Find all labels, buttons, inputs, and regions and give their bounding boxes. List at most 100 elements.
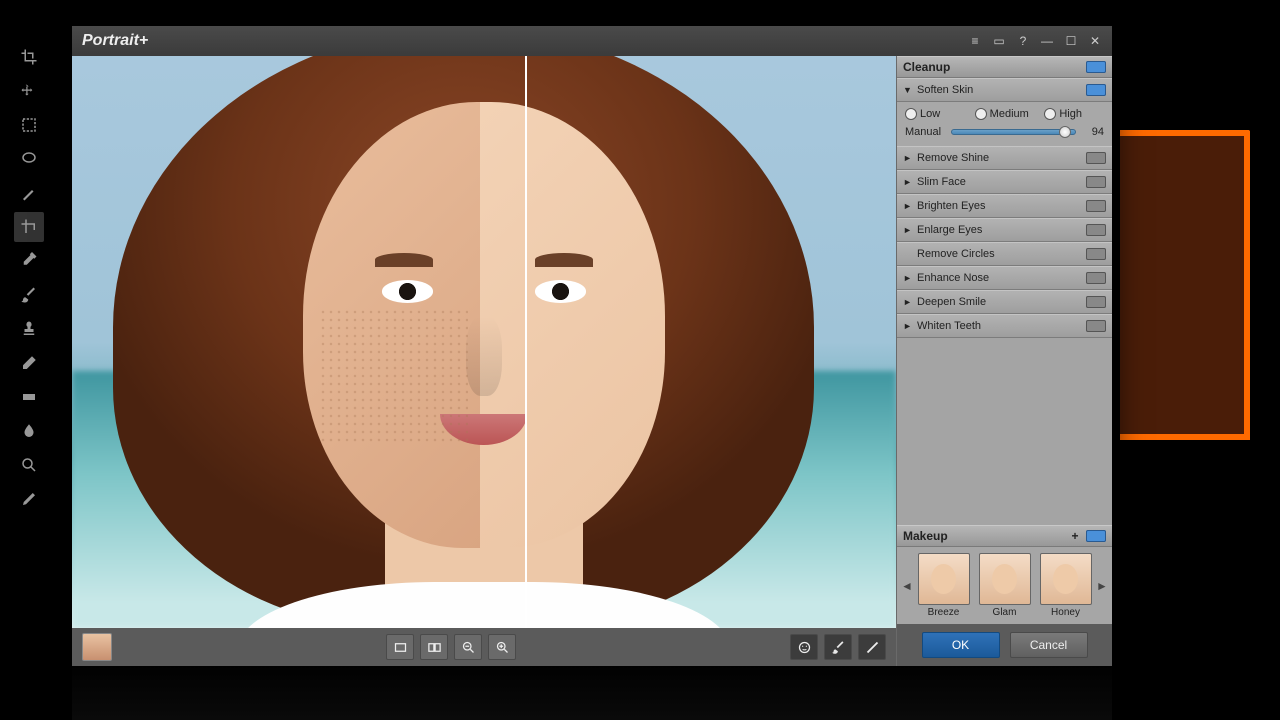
cleanup-header[interactable]: Cleanup: [897, 56, 1112, 78]
chevron-right-icon: [903, 249, 913, 259]
makeup-preset[interactable]: Glam: [979, 553, 1031, 618]
makeup-preset[interactable]: Breeze: [918, 553, 970, 618]
cleanup-item-toggle[interactable]: [1086, 296, 1106, 308]
marquee-icon[interactable]: [14, 110, 44, 140]
makeup-thumb: [979, 553, 1031, 605]
radio-high[interactable]: High: [1044, 108, 1104, 120]
help-icon[interactable]: ?: [1012, 31, 1034, 51]
zoom-in-icon[interactable]: [488, 634, 516, 660]
background-card: [1120, 130, 1250, 440]
cleanup-toggle[interactable]: [1086, 61, 1106, 73]
makeup-next-icon[interactable]: ►: [1096, 579, 1108, 593]
cleanup-item[interactable]: ► Enlarge Eyes: [897, 218, 1112, 242]
brush-tool-icon[interactable]: [824, 634, 852, 660]
cleanup-item-label: Deepen Smile: [917, 296, 1086, 308]
cleanup-item[interactable]: ► Deepen Smile: [897, 290, 1112, 314]
erase-tool-icon[interactable]: [858, 634, 886, 660]
canvas-area: [72, 56, 896, 666]
makeup-preset-label: Glam: [993, 607, 1017, 618]
makeup-toggle[interactable]: [1086, 530, 1106, 542]
crop-icon[interactable]: [14, 42, 44, 72]
minimize-button[interactable]: —: [1036, 31, 1058, 51]
cleanup-title: Cleanup: [903, 60, 1086, 74]
layout-icon[interactable]: ▭: [988, 31, 1010, 51]
chevron-right-icon: ►: [903, 297, 913, 307]
cleanup-item-toggle[interactable]: [1086, 176, 1106, 188]
manual-value: 94: [1082, 126, 1104, 138]
chevron-right-icon: ►: [903, 225, 913, 235]
crop2-icon[interactable]: [14, 212, 44, 242]
close-button[interactable]: ✕: [1084, 31, 1106, 51]
compare-divider[interactable]: [525, 56, 527, 628]
chevron-right-icon: ►: [903, 177, 913, 187]
soften-skin-body: Low Medium High Manual 94: [897, 102, 1112, 146]
makeup-thumb: [918, 553, 970, 605]
chevron-down-icon: ▼: [903, 85, 913, 95]
zoom-out-icon[interactable]: [454, 634, 482, 660]
manual-slider[interactable]: [951, 129, 1076, 135]
wand-icon[interactable]: [14, 178, 44, 208]
fit-view-icon[interactable]: [386, 634, 414, 660]
slider-thumb[interactable]: [1059, 126, 1071, 138]
soften-skin-row[interactable]: ▼ Soften Skin: [897, 78, 1112, 102]
makeup-header[interactable]: Makeup +: [897, 525, 1112, 547]
bottombar: [72, 628, 896, 666]
brush-icon[interactable]: [14, 280, 44, 310]
host-toolbar: [14, 42, 46, 514]
chevron-right-icon: ►: [903, 201, 913, 211]
cleanup-item-toggle[interactable]: [1086, 248, 1106, 260]
maximize-button[interactable]: ☐: [1060, 31, 1082, 51]
eyedrop-icon[interactable]: [14, 246, 44, 276]
cleanup-item[interactable]: ► Remove Shine: [897, 146, 1112, 170]
cleanup-item-label: Whiten Teeth: [917, 320, 1086, 332]
cleanup-item[interactable]: Remove Circles: [897, 242, 1112, 266]
cleanup-item[interactable]: ► Enhance Nose: [897, 266, 1112, 290]
makeup-thumb: [1040, 553, 1092, 605]
cleanup-item-label: Remove Shine: [917, 152, 1086, 164]
cleanup-item-toggle[interactable]: [1086, 224, 1106, 236]
chevron-right-icon: ►: [903, 273, 913, 283]
cleanup-item-toggle[interactable]: [1086, 152, 1106, 164]
pen-icon[interactable]: [14, 484, 44, 514]
manual-label: Manual: [905, 126, 945, 138]
soften-skin-label: Soften Skin: [917, 84, 1086, 96]
makeup-prev-icon[interactable]: ◄: [901, 579, 913, 593]
stamp-icon[interactable]: [14, 314, 44, 344]
actual-size-icon[interactable]: [420, 634, 448, 660]
cleanup-item[interactable]: ► Whiten Teeth: [897, 314, 1112, 338]
app-window: Portrait+ ≡ ▭ ? — ☐ ✕: [72, 26, 1112, 666]
image-thumbnail[interactable]: [82, 633, 112, 661]
blur-icon[interactable]: [14, 416, 44, 446]
lasso-icon[interactable]: [14, 144, 44, 174]
radio-low[interactable]: Low: [905, 108, 965, 120]
photo-preview[interactable]: [72, 56, 896, 628]
cleanup-item-label: Enhance Nose: [917, 272, 1086, 284]
cleanup-item-label: Brighten Eyes: [917, 200, 1086, 212]
cancel-button[interactable]: Cancel: [1010, 632, 1088, 658]
makeup-preset[interactable]: Honey: [1040, 553, 1092, 618]
cleanup-item-toggle[interactable]: [1086, 200, 1106, 212]
add-makeup-icon[interactable]: +: [1068, 529, 1082, 543]
move-icon[interactable]: [14, 76, 44, 106]
cleanup-item[interactable]: ► Brighten Eyes: [897, 194, 1112, 218]
ok-button[interactable]: OK: [922, 632, 1000, 658]
soften-skin-toggle[interactable]: [1086, 84, 1106, 96]
face-detect-icon[interactable]: [790, 634, 818, 660]
menu-icon[interactable]: ≡: [964, 31, 986, 51]
side-panel: Cleanup ▼ Soften Skin Low Medium High Ma…: [896, 56, 1112, 666]
radio-medium[interactable]: Medium: [975, 108, 1035, 120]
cleanup-item-label: Enlarge Eyes: [917, 224, 1086, 236]
app-title: Portrait+: [78, 32, 962, 50]
cleanup-item-label: Remove Circles: [917, 248, 1086, 260]
cleanup-item-toggle[interactable]: [1086, 272, 1106, 284]
cleanup-item[interactable]: ►Slim Face: [897, 170, 1112, 194]
gradient-icon[interactable]: [14, 382, 44, 412]
cleanup-item-toggle[interactable]: [1086, 320, 1106, 332]
chevron-right-icon: ►: [903, 153, 913, 163]
titlebar: Portrait+ ≡ ▭ ? — ☐ ✕: [72, 26, 1112, 56]
eraser-icon[interactable]: [14, 348, 44, 378]
makeup-preset-label: Breeze: [928, 607, 960, 618]
makeup-preset-label: Honey: [1051, 607, 1080, 618]
chevron-right-icon: ►: [903, 321, 913, 331]
dodge-icon[interactable]: [14, 450, 44, 480]
